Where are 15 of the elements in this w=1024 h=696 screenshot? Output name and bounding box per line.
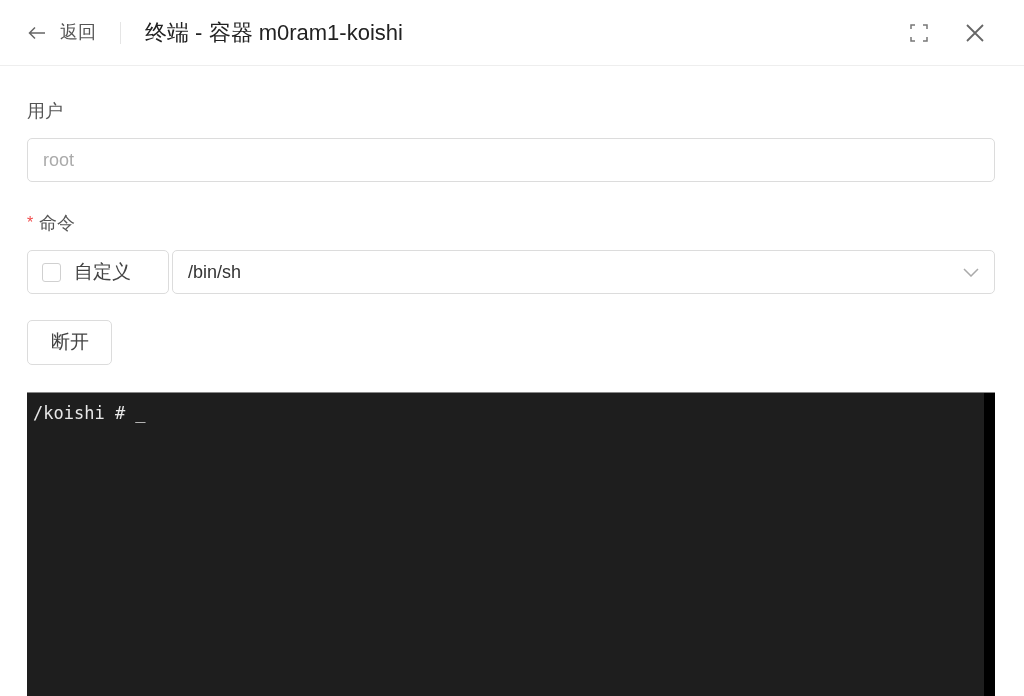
user-input-field[interactable]: root — [27, 138, 995, 182]
custom-checkbox[interactable]: 自定义 — [27, 250, 169, 294]
command-select[interactable]: /bin/sh — [172, 250, 995, 294]
disconnect-button[interactable]: 断开 — [27, 320, 112, 365]
user-label: 用户 — [27, 100, 64, 123]
terminal-line: /koishi # _ — [33, 403, 147, 423]
window-title: 终端 - 容器 m0ram1-koishi — [145, 19, 403, 47]
command-label: 命令 — [39, 212, 76, 235]
close-icon[interactable] — [966, 23, 984, 42]
back-button[interactable]: 返回 — [28, 19, 96, 46]
back-arrow-icon — [28, 25, 46, 40]
terminal-panel[interactable]: /koishi # _ — [27, 392, 995, 696]
required-mark: * — [27, 213, 34, 233]
chevron-down-icon — [963, 267, 979, 277]
fullscreen-icon[interactable] — [910, 23, 928, 42]
